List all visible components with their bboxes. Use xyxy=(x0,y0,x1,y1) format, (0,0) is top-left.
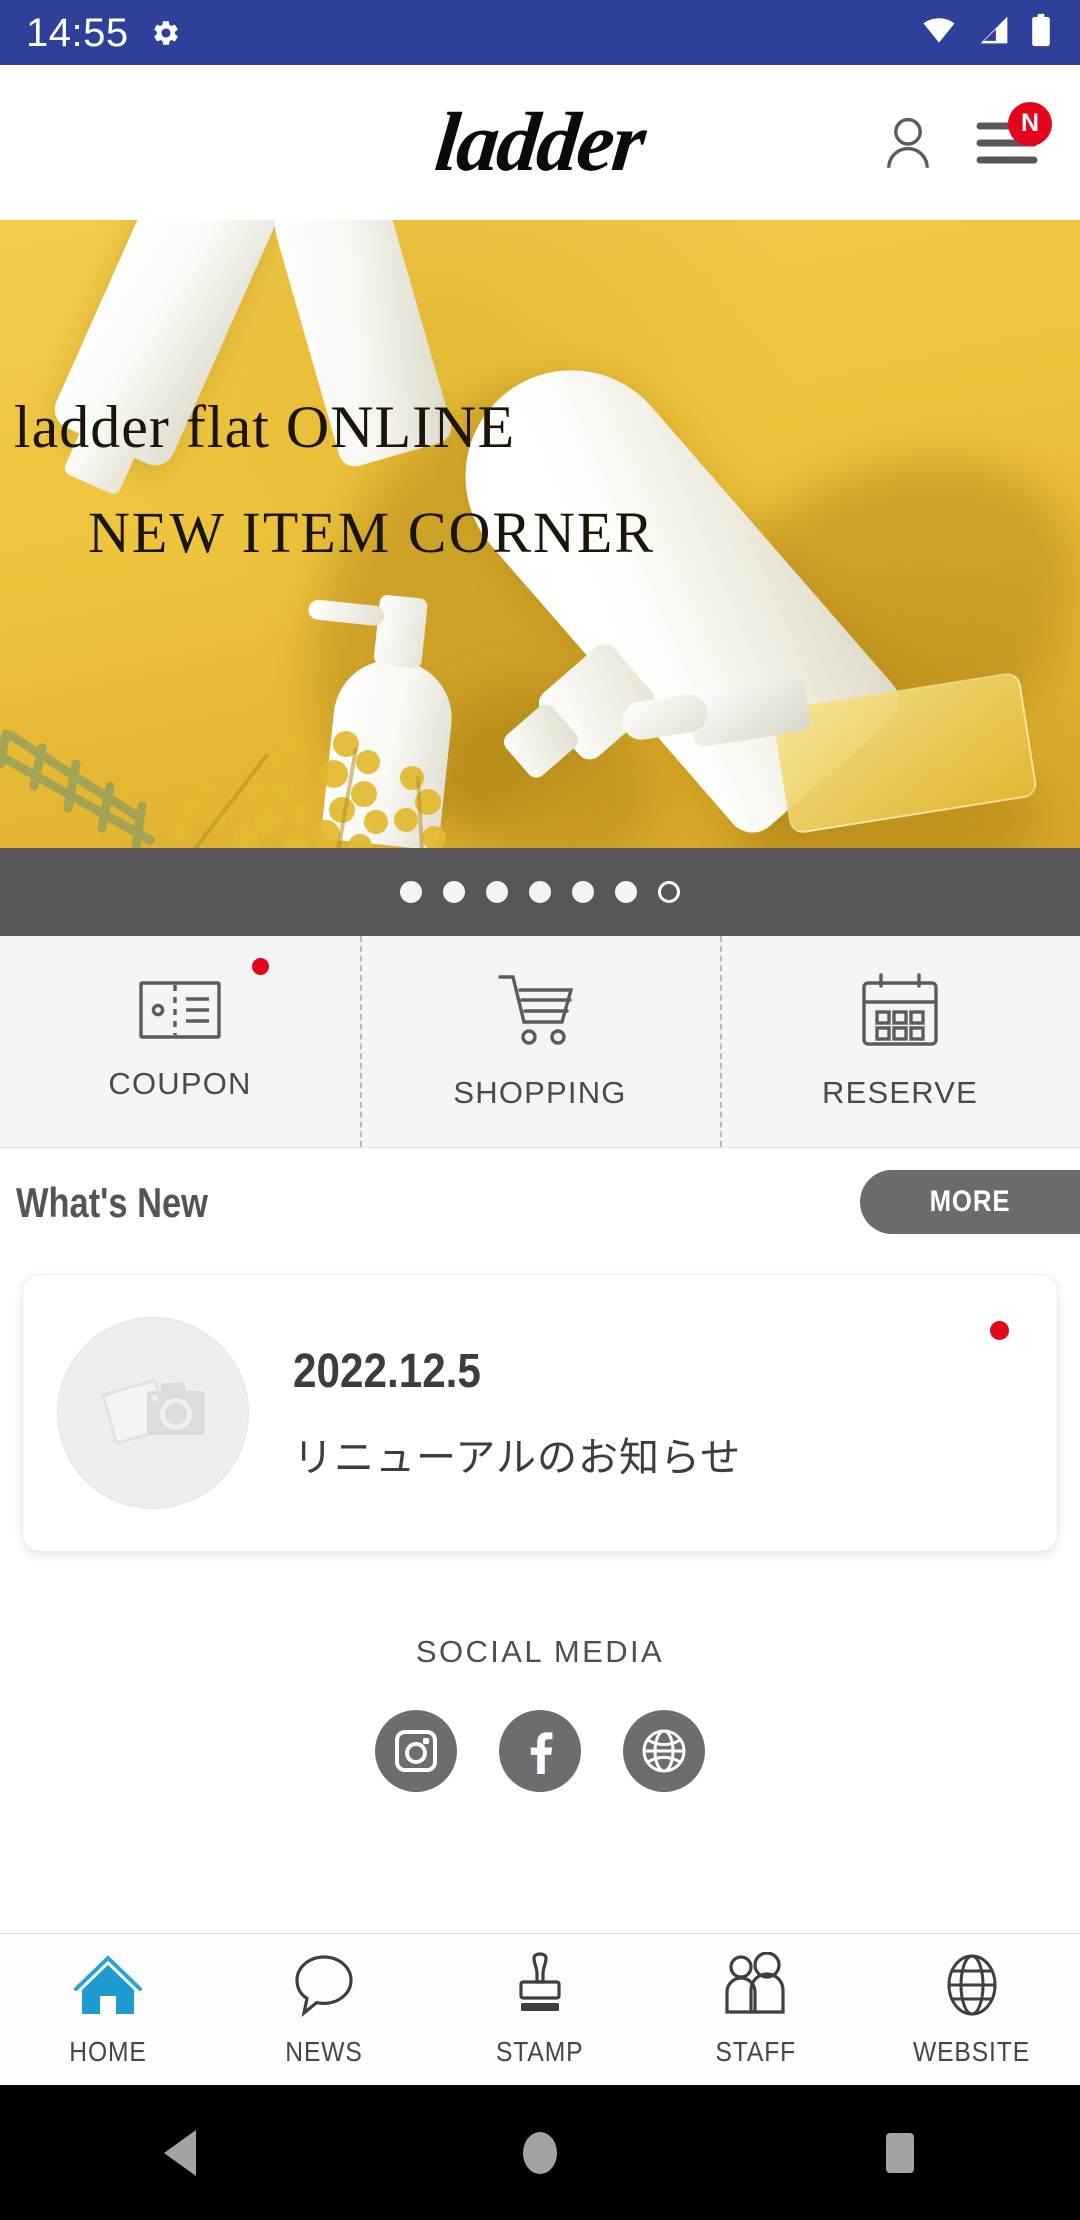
header-actions: N xyxy=(882,101,1080,171)
stamp-icon xyxy=(507,1951,573,2023)
quick-action-shopping[interactable]: SHOPPING xyxy=(360,936,720,1147)
carousel-dot-active[interactable] xyxy=(658,881,680,903)
recents-square-icon[interactable] xyxy=(720,2129,1080,2177)
globe-icon[interactable] xyxy=(623,1710,705,1792)
home-circle-icon[interactable] xyxy=(360,2128,720,2178)
status-bar-left: 14:55 xyxy=(26,13,181,53)
carousel-dot[interactable] xyxy=(615,881,637,903)
coupon-ticket-icon xyxy=(139,981,221,1044)
section-title: What's New xyxy=(16,1179,208,1226)
status-bar-clock: 14:55 xyxy=(26,10,129,55)
carousel-dot[interactable] xyxy=(486,881,508,903)
brand-logo-text: ladder xyxy=(431,96,649,189)
hero-copy: ladder flat ONLINE NEW ITEM CORNER xyxy=(0,396,1080,564)
news-item-title: リニューアルのお知らせ xyxy=(293,1434,742,1481)
news-item-date: 2022.12.5 xyxy=(293,1344,481,1398)
hamburger-menu-button[interactable]: N xyxy=(976,101,1052,168)
instagram-icon[interactable] xyxy=(375,1710,457,1792)
quick-action-label: RESERVE xyxy=(822,1075,978,1110)
whats-new-header: What's New MORE xyxy=(0,1148,1080,1258)
hero-banner[interactable]: ladder flat ONLINE NEW ITEM CORNER xyxy=(0,220,1080,848)
carousel-dot[interactable] xyxy=(400,881,422,903)
people-icon xyxy=(721,1950,791,2023)
nav-item-home[interactable]: HOME xyxy=(0,1952,216,2068)
quick-action-coupon[interactable]: COUPON xyxy=(0,936,360,1147)
app-header: ladder N xyxy=(0,65,1080,220)
coupon-notification-dot xyxy=(252,958,269,975)
chat-bubble-icon xyxy=(291,1952,357,2023)
quick-action-reserve[interactable]: RESERVE xyxy=(720,936,1080,1147)
nav-item-stamp[interactable]: STAMP xyxy=(432,1951,648,2068)
menu-notification-badge: N xyxy=(1008,101,1052,146)
cellular-signal-icon xyxy=(974,14,1014,51)
social-media-label: SOCIAL MEDIA xyxy=(415,1634,665,1669)
more-button-label: MORE xyxy=(929,1185,1011,1218)
bottom-navigation: HOME NEWS STAMP STAFF WEBSITE xyxy=(0,1933,1080,2085)
status-bar: 14:55 xyxy=(0,0,1080,65)
quick-actions-row: COUPON SHOPPING RESERVE xyxy=(0,936,1080,1148)
news-list-item[interactable]: 2022.12.5 リニューアルのお知らせ xyxy=(22,1274,1058,1552)
photo-placeholder-icon xyxy=(57,1317,249,1509)
home-icon xyxy=(72,1952,144,2023)
shopping-cart-icon xyxy=(498,972,582,1053)
social-media-links xyxy=(375,1710,705,1792)
news-unread-dot xyxy=(990,1321,1009,1340)
more-button[interactable]: MORE xyxy=(860,1170,1080,1234)
nav-label: WEBSITE xyxy=(913,2035,1031,2067)
news-item-body: 2022.12.5 リニューアルのお知らせ xyxy=(293,1344,741,1483)
mimosa-flowers-icon xyxy=(150,710,480,848)
calendar-icon xyxy=(861,972,939,1053)
facebook-icon[interactable] xyxy=(499,1710,581,1792)
gear-icon xyxy=(151,18,181,48)
carousel-indicator xyxy=(0,848,1080,936)
hero-headline: ladder flat ONLINE xyxy=(14,394,516,460)
system-navigation-bar xyxy=(0,2085,1080,2220)
nav-item-website[interactable]: WEBSITE xyxy=(864,1952,1080,2068)
quick-action-label: COUPON xyxy=(108,1066,252,1101)
nav-label: NEWS xyxy=(285,2035,363,2067)
hero-subheadline: NEW ITEM CORNER xyxy=(88,500,656,565)
social-media-section: SOCIAL MEDIA xyxy=(0,1552,1080,1792)
quick-action-label: SHOPPING xyxy=(453,1075,627,1110)
carousel-dot[interactable] xyxy=(529,881,551,903)
status-bar-right xyxy=(918,13,1054,52)
news-list: 2022.12.5 リニューアルのお知らせ xyxy=(0,1258,1080,1552)
nav-label: STAFF xyxy=(715,2035,797,2067)
nav-label: HOME xyxy=(69,2035,147,2067)
carousel-dot[interactable] xyxy=(443,881,465,903)
nav-label: STAMP xyxy=(496,2035,584,2067)
globe-icon xyxy=(939,1952,1005,2023)
nav-item-news[interactable]: NEWS xyxy=(216,1952,432,2068)
battery-icon xyxy=(1028,13,1054,52)
nav-item-staff[interactable]: STAFF xyxy=(648,1950,864,2068)
back-triangle-icon[interactable] xyxy=(0,2128,360,2178)
carousel-dot[interactable] xyxy=(572,881,594,903)
wifi-icon xyxy=(918,14,960,51)
person-icon[interactable] xyxy=(882,115,934,171)
